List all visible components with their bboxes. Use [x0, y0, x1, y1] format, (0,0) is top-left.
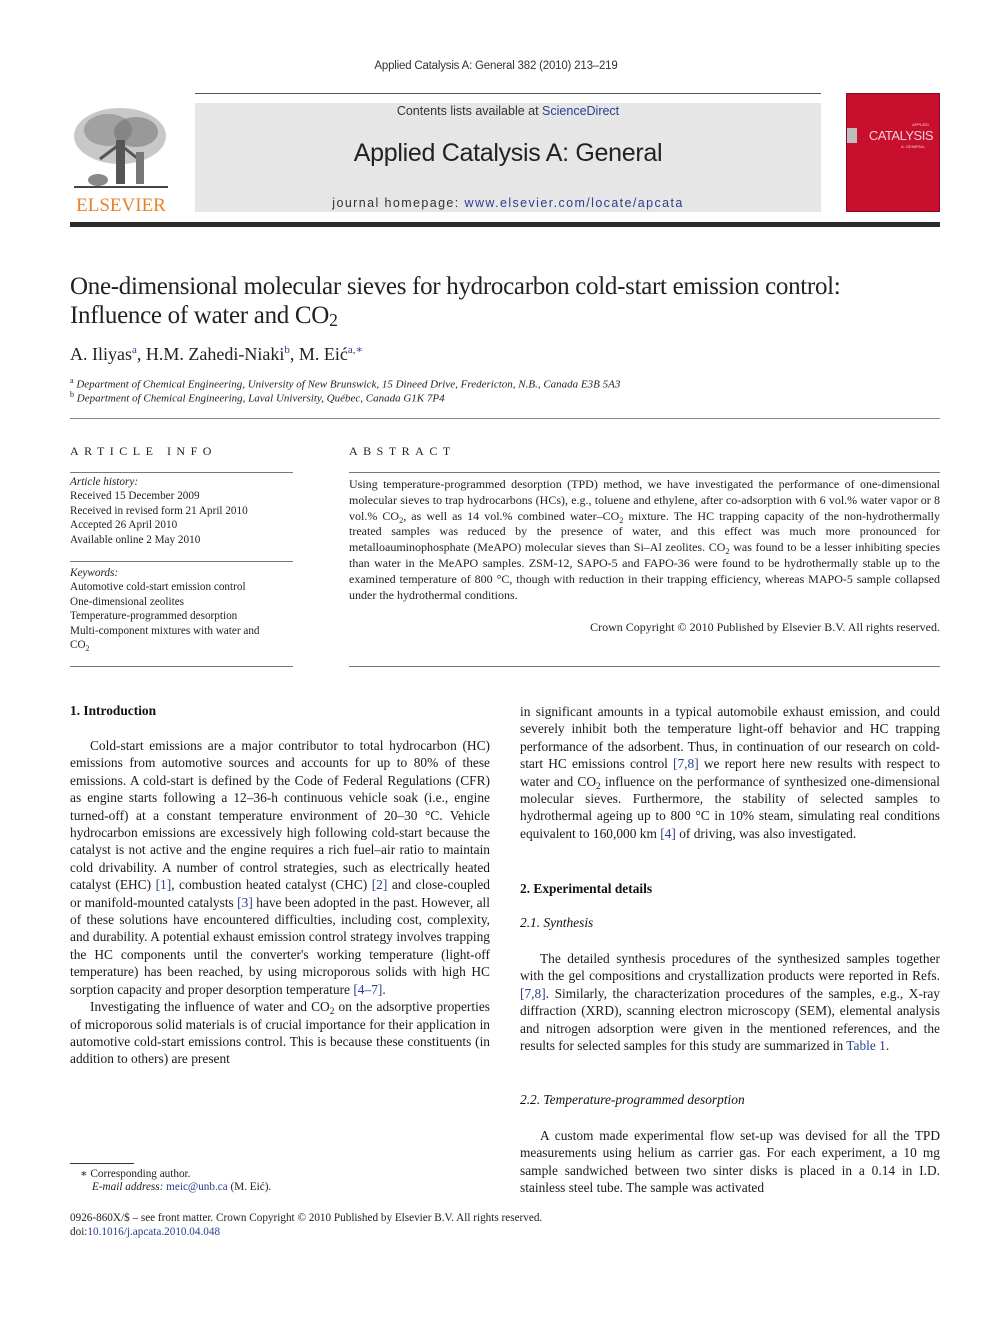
citation-link[interactable]: [7,8] — [673, 756, 699, 771]
affiliation-text: Department of Chemical Engineering, Lava… — [76, 392, 445, 405]
paragraph: The detailed synthesis procedures of the… — [520, 950, 940, 1054]
keyword-item-continuation: CO2 — [70, 638, 300, 652]
abstract-copyright: Crown Copyright © 2010 Published by Else… — [590, 620, 940, 634]
citation-link[interactable]: [4] — [660, 826, 676, 841]
doi-link[interactable]: 10.1016/j.apcata.2010.04.048 — [87, 1226, 220, 1238]
affiliation-b: b Department of Chemical Engineering, La… — [70, 390, 950, 405]
abstract-part: , as well as 14 vol.% combined water–CO — [403, 508, 620, 523]
footnote-mark: ∗ — [80, 1168, 88, 1180]
header-rule — [195, 93, 821, 94]
divider — [70, 472, 293, 473]
body-column-right-tpd: A custom made experimental flow set-up w… — [520, 1127, 940, 1197]
email-suffix: (M. Eić). — [227, 1181, 272, 1193]
history-item: Received 15 December 2009 — [70, 490, 200, 503]
title-line-2: Influence of water and CO — [70, 302, 330, 329]
subsection-heading-synthesis: 2.1. Synthesis — [520, 915, 594, 930]
author-affil-mark[interactable]: a,∗ — [348, 344, 363, 356]
text: of driving, was also investigated. — [675, 825, 857, 841]
keyword-item: Temperature-programmed desorption — [70, 610, 238, 623]
issn-line: 0926-860X/$ – see front matter. Crown Co… — [70, 1212, 543, 1224]
divider — [349, 666, 940, 667]
citation-link[interactable]: [4–7] — [353, 982, 382, 997]
author-name: H.M. Zahedi-Niaki — [145, 344, 285, 364]
subsection-heading-tpd: 2.2. Temperature-programmed desorption — [520, 1092, 745, 1107]
text: . — [382, 981, 386, 997]
author-name: M. Eić — [298, 344, 348, 364]
cover-subtitle: A: GENERAL — [900, 144, 925, 149]
divider — [70, 666, 293, 667]
keywords: Keywords: Automotive cold-start emission… — [70, 566, 300, 652]
paragraph: Investigating the influence of water and… — [70, 998, 490, 1068]
article-info-heading: ARTICLE INFO — [70, 444, 217, 458]
body-column-left: Cold-start emissions are a major contrib… — [70, 737, 490, 1068]
text: Cold-start emissions are a major contrib… — [70, 738, 490, 893]
table-link[interactable]: Table 1 — [846, 1038, 886, 1053]
keyword-item: One-dimensional zeolites — [70, 595, 185, 608]
contents-prefix: Contents lists available at — [396, 104, 543, 118]
running-head: Applied Catalysis A: General 382 (2010) … — [374, 60, 618, 72]
history-item: Received in revised form 21 April 2010 — [70, 504, 248, 517]
citation-link[interactable]: [1] — [156, 877, 172, 892]
section-heading-introduction: 1. Introduction — [70, 703, 157, 718]
email-link[interactable]: meic@unb.ca — [166, 1181, 228, 1193]
journal-title: Applied Catalysis A: General — [353, 139, 663, 167]
history-item: Available online 2 May 2010 — [70, 533, 201, 546]
footnote-rule — [70, 1163, 134, 1164]
elsevier-wordmark: ELSEVIER — [76, 195, 166, 216]
text: , combustion heated catalyst (CHC) — [171, 877, 372, 893]
section-heading-experimental: 2. Experimental details — [520, 881, 653, 896]
article-history: Article history: Received 15 December 20… — [70, 475, 300, 547]
citation-link[interactable]: [7,8] — [520, 986, 546, 1001]
homepage-prefix: journal homepage: — [332, 196, 465, 210]
masthead-thick-rule — [70, 222, 940, 227]
paragraph: in significant amounts in a typical auto… — [520, 703, 940, 842]
divider — [349, 472, 940, 473]
abstract-text: Using temperature-programmed desorption … — [349, 477, 940, 603]
body-column-right-synthesis: The detailed synthesis procedures of the… — [520, 950, 940, 1054]
cover-kicker: APPLIED — [912, 122, 929, 127]
title-line-1: One-dimensional molecular sieves for hyd… — [70, 273, 841, 300]
title-divider — [70, 418, 940, 419]
text: Investigating the influence of water and… — [90, 999, 330, 1015]
affiliation-mark: b — [70, 390, 74, 399]
author-affil-mark[interactable]: a — [132, 344, 137, 356]
sciencedirect-link[interactable]: ScienceDirect — [542, 104, 619, 118]
author-name: A. Iliyas — [70, 344, 132, 364]
history-item: Accepted 26 April 2010 — [70, 519, 178, 532]
author-affil-mark[interactable]: b — [284, 344, 290, 356]
affiliation-text: Department of Chemical Engineering, Univ… — [76, 378, 621, 391]
doi-line: doi:10.1016/j.apcata.2010.04.048 — [70, 1226, 220, 1238]
doi-prefix: doi: — [70, 1226, 88, 1238]
homepage-link[interactable]: www.elsevier.com/locate/apcata — [465, 196, 684, 210]
paragraph: A custom made experimental flow set-up w… — [520, 1128, 940, 1196]
citation-link[interactable]: [3] — [237, 895, 253, 910]
history-label: Article history: — [70, 476, 139, 488]
email-label: E-mail address: — [92, 1181, 167, 1193]
author-list: A. Iliyasa, H.M. Zahedi-Niakib, M. Eića,… — [70, 344, 363, 364]
email-note: E-mail address: meic@unb.ca (M. Eić). — [92, 1181, 271, 1193]
title-subscript: 2 — [329, 310, 338, 330]
keyword-item: Automotive cold-start emission control — [70, 581, 246, 594]
paper-title: One-dimensional molecular sieves for hyd… — [70, 272, 950, 330]
paragraph: Cold-start emissions are a major contrib… — [70, 737, 490, 998]
citation-link[interactable]: [2] — [372, 877, 388, 892]
keyword-subscript: 2 — [85, 644, 90, 654]
divider — [70, 561, 293, 562]
abstract-heading: ABSTRACT — [349, 444, 456, 458]
text: The detailed synthesis procedures of the… — [520, 951, 940, 984]
corresponding-author-note: ∗ Corresponding author. — [80, 1167, 190, 1180]
keyword-item: Multi-component mixtures with water and — [70, 624, 260, 637]
text: . — [885, 1038, 890, 1054]
homepage-line: journal homepage: www.elsevier.com/locat… — [195, 196, 821, 210]
affiliation-mark: a — [70, 376, 74, 385]
keywords-label: Keywords: — [70, 567, 119, 579]
journal-cover-thumbnail[interactable]: APPLIED CATALYSIS A: GENERAL — [846, 93, 940, 212]
keyword-co: CO — [70, 639, 86, 652]
affiliation-a: a Department of Chemical Engineering, Un… — [70, 376, 950, 391]
body-column-right-top: in significant amounts in a typical auto… — [520, 703, 940, 842]
contents-line: Contents lists available at ScienceDirec… — [195, 104, 821, 118]
cover-title: CATALYSIS — [868, 128, 934, 143]
footnote-text: Corresponding author. — [87, 1168, 191, 1180]
